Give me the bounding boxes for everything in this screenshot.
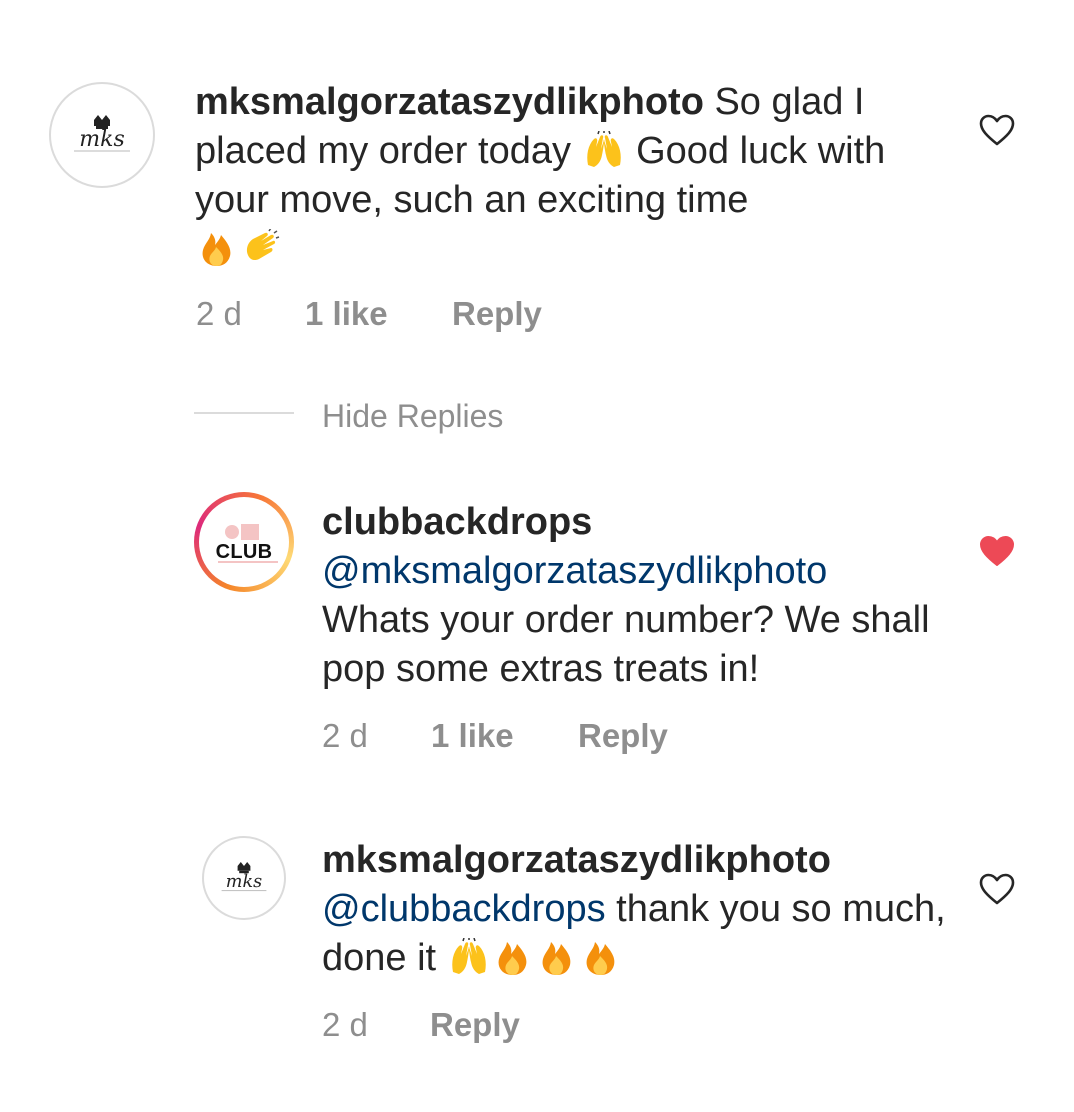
avatar-club[interactable]: CLUB (194, 492, 294, 592)
fire-emoji-icon (491, 938, 535, 976)
avatar-ring: CLUB (199, 497, 289, 587)
hide-replies-button[interactable]: Hide Replies (322, 396, 503, 436)
reply-text: Whats your order number? We shall pop so… (322, 599, 930, 690)
reply-time: 2 d (322, 1006, 368, 1043)
clapping-hands-emoji-icon (239, 229, 283, 267)
reply-username[interactable]: clubbackdrops (322, 501, 592, 543)
comments-thread: mks mksmalgorzataszydlikphoto So glad I … (0, 0, 1074, 1112)
reply-meta: 2 d Reply (322, 1005, 622, 1045)
raising-hands-emoji-icon (582, 131, 626, 169)
comment-time: 2 d (196, 295, 242, 332)
comment-username[interactable]: mksmalgorzataszydlikphoto (195, 81, 704, 123)
avatar-mks[interactable]: mks (202, 836, 286, 920)
raising-hands-emoji-icon (447, 938, 491, 976)
comment-meta: 2 d 1 like Reply (196, 294, 596, 334)
fire-emoji-icon (195, 229, 239, 267)
club-logo-bar (218, 561, 278, 563)
reply-time: 2 d (322, 717, 368, 754)
like-heart-icon[interactable] (978, 872, 1016, 906)
likes-count-button[interactable]: 1 like (305, 294, 388, 334)
mention-link[interactable]: @mksmalgorzataszydlikphoto (322, 550, 827, 592)
reply-button[interactable]: Reply (430, 1005, 520, 1045)
reply-button[interactable]: Reply (452, 294, 542, 334)
reply-username[interactable]: mksmalgorzataszydlikphoto (322, 839, 831, 881)
club-logo-icon: CLUB (203, 501, 285, 583)
mention-link[interactable]: @clubbackdrops (322, 888, 606, 930)
club-logo-square (241, 524, 259, 540)
like-heart-icon[interactable] (978, 113, 1016, 147)
fire-emoji-icon (535, 938, 579, 976)
replies-divider (194, 412, 294, 414)
reply-body: mksmalgorzataszydlikphoto @clubbackdrops… (322, 836, 962, 983)
fire-emoji-icon (579, 938, 623, 976)
avatar-mks[interactable]: mks (49, 82, 155, 188)
reply-button[interactable]: Reply (578, 716, 668, 756)
svg-text:mks: mks (79, 127, 124, 152)
mks-logo-icon: mks (221, 862, 267, 892)
svg-text:mks: mks (226, 872, 262, 892)
liked-heart-icon[interactable] (978, 534, 1016, 568)
club-logo-dot (225, 525, 239, 539)
likes-count-button[interactable]: 1 like (431, 716, 514, 756)
reply-body: clubbackdrops @mksmalgorzataszydlikphoto… (322, 498, 962, 694)
mks-logo-icon: mks (74, 115, 130, 152)
reply-meta: 2 d 1 like Reply (322, 716, 722, 756)
comment-body: mksmalgorzataszydlikphoto So glad I plac… (195, 78, 915, 274)
